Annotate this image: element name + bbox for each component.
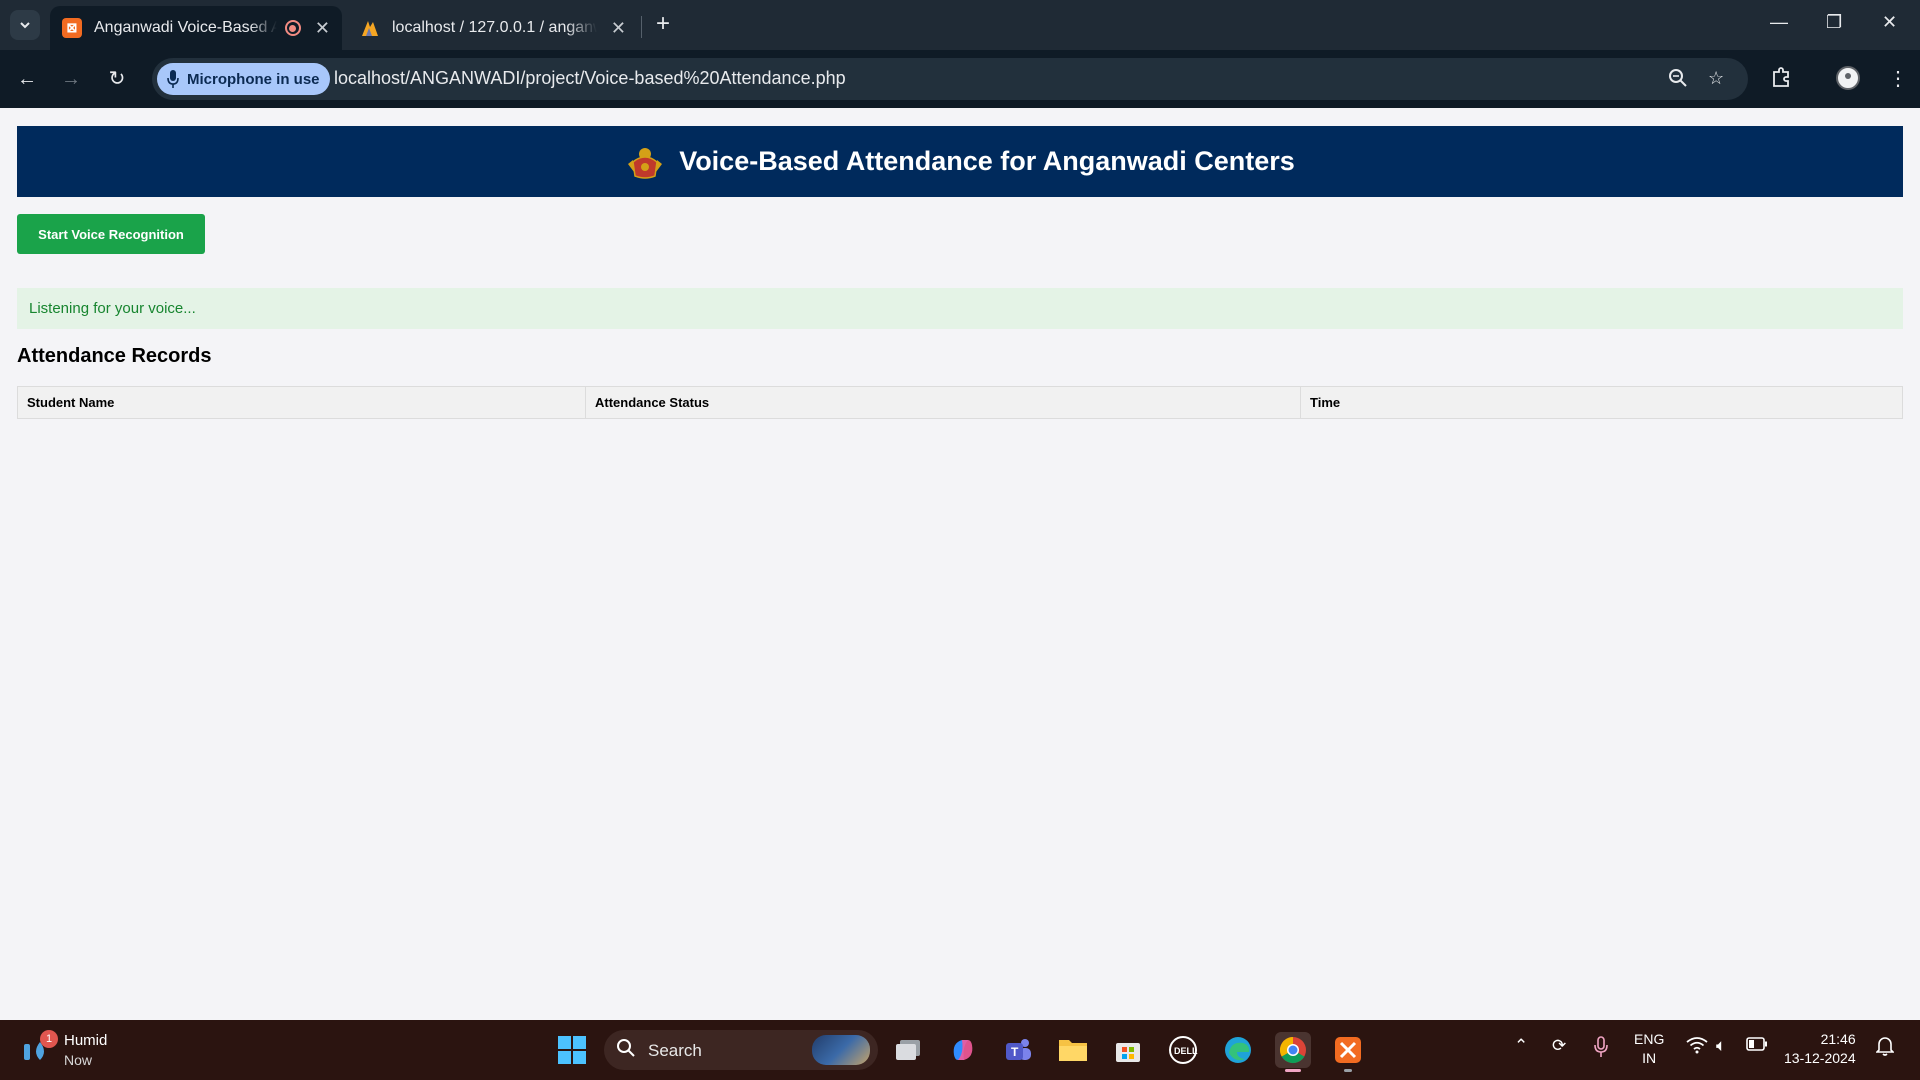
language-indicator[interactable]: ENG IN: [1634, 1030, 1664, 1068]
search-highlight-image: [812, 1035, 870, 1065]
search-placeholder: Search: [648, 1041, 702, 1060]
wifi-icon[interactable]: [1686, 1036, 1708, 1059]
store-icon: [1116, 1043, 1140, 1062]
column-header-time: Time: [1300, 386, 1903, 419]
copilot-icon: [953, 1040, 973, 1060]
recording-indicator-icon: [284, 20, 301, 36]
task-view-button[interactable]: [890, 1032, 926, 1068]
edge-button[interactable]: [1220, 1032, 1256, 1068]
browser-tabstrip: ⊠ Anganwadi Voice-Based Attendance ✕ loc…: [0, 0, 1920, 50]
file-explorer-button[interactable]: [1055, 1032, 1091, 1068]
microphone-tray-icon[interactable]: [1594, 1036, 1608, 1063]
tab-title: Anganwadi Voice-Based Attendance: [94, 19, 277, 36]
weather-subtitle: Now: [64, 1052, 93, 1068]
dell-icon: DELL: [1169, 1036, 1198, 1064]
web-page: Voice-Based Attendance for Anganwadi Cen…: [0, 108, 1920, 1020]
system-clock[interactable]: 21:46 13-12-2024: [1784, 1030, 1856, 1068]
close-tab-icon[interactable]: ✕: [315, 18, 330, 39]
bookmark-star-icon[interactable]: ☆: [1708, 68, 1724, 89]
microphone-in-use-chip[interactable]: Microphone in use: [157, 63, 330, 95]
copilot-button[interactable]: [945, 1032, 981, 1068]
microsoft-store-button[interactable]: [1110, 1032, 1146, 1068]
column-header-student-name: Student Name: [17, 386, 586, 419]
state-emblem-icon: [628, 147, 663, 179]
start-voice-recognition-button[interactable]: Start Voice Recognition: [17, 214, 205, 254]
attendance-records-table: Student Name Attendance Status Time: [17, 386, 1903, 419]
windows-taskbar: 1 Humid Now Search T DELL ⌃ ⟳ ENG IN 🔈︎ …: [0, 1020, 1920, 1080]
minimize-icon[interactable]: —: [1770, 12, 1788, 33]
language-code: ENG: [1634, 1031, 1665, 1047]
zoom-icon[interactable]: [1668, 68, 1688, 93]
xampp-button[interactable]: [1330, 1032, 1366, 1072]
weather-title: Humid: [64, 1032, 108, 1049]
url-text[interactable]: localhost/ANGANWADI/project/Voice-based%…: [334, 68, 846, 89]
volume-icon[interactable]: 🔈︎: [1716, 1036, 1726, 1056]
tab-search-button[interactable]: [10, 10, 40, 40]
back-icon[interactable]: ←: [14, 66, 40, 92]
show-hidden-icons-chevron-icon[interactable]: ⌃: [1514, 1036, 1528, 1056]
xampp-favicon-icon: ⊠: [62, 18, 82, 38]
tab-title: localhost / 127.0.0.1 / anganwadi: [392, 19, 597, 36]
phpmyadmin-favicon-icon: [360, 18, 380, 38]
column-header-attendance-status: Attendance Status: [585, 386, 1301, 419]
teams-button[interactable]: T: [1000, 1032, 1036, 1068]
restore-icon[interactable]: ❐: [1826, 12, 1842, 33]
search-icon: [617, 1039, 635, 1057]
tab-phpmyadmin[interactable]: localhost / 127.0.0.1 / anganwadi ✕: [348, 6, 638, 50]
status-message: Listening for your voice...: [17, 288, 1903, 329]
profile-avatar[interactable]: [1836, 66, 1860, 90]
sync-icon[interactable]: ⟳: [1552, 1036, 1566, 1056]
file-explorer-icon: [1059, 1040, 1087, 1061]
region-code: IN: [1642, 1050, 1657, 1066]
taskbar-search-box[interactable]: Search: [604, 1030, 878, 1070]
start-button[interactable]: [554, 1032, 590, 1068]
chrome-icon: [1279, 1036, 1306, 1064]
chrome-button[interactable]: [1275, 1032, 1311, 1072]
menu-kebab-icon[interactable]: ⋮: [1888, 66, 1908, 91]
microphone-icon: [167, 70, 179, 88]
browser-toolbar: ← → ↻ Microphone in use localhost/ANGANW…: [0, 50, 1920, 108]
new-tab-button[interactable]: +: [650, 12, 676, 38]
task-view-icon: [896, 1040, 920, 1060]
dell-button[interactable]: DELL: [1165, 1032, 1201, 1068]
notification-badge: 1: [40, 1030, 58, 1048]
clock-time: 21:46: [1820, 1031, 1856, 1047]
page-title: Voice-Based Attendance for Anganwadi Cen…: [679, 146, 1295, 176]
forward-icon[interactable]: →: [58, 66, 84, 92]
address-bar[interactable]: Microphone in use localhost/ANGANWADI/pr…: [152, 58, 1748, 100]
weather-widget[interactable]: 1 Humid Now: [22, 1030, 162, 1070]
windows-start-icon: [558, 1036, 586, 1064]
microphone-chip-label: Microphone in use: [187, 70, 320, 88]
svg-text:DELL: DELL: [1174, 1046, 1198, 1056]
close-window-icon[interactable]: ✕: [1882, 12, 1897, 33]
xampp-icon: [1335, 1037, 1361, 1063]
close-tab-icon[interactable]: ✕: [611, 18, 626, 39]
page-header-banner: Voice-Based Attendance for Anganwadi Cen…: [17, 126, 1903, 197]
edge-icon: [1225, 1037, 1251, 1063]
tab-separator: [641, 16, 642, 38]
battery-icon[interactable]: [1746, 1036, 1768, 1056]
teams-icon: T: [1006, 1039, 1031, 1060]
reload-icon[interactable]: ↻: [104, 66, 130, 92]
notifications-bell-icon[interactable]: [1875, 1036, 1895, 1061]
attendance-records-heading: Attendance Records: [17, 345, 212, 367]
extensions-icon[interactable]: [1770, 66, 1792, 94]
table-header-row: Student Name Attendance Status Time: [17, 386, 1903, 419]
tab-anganwadi-attendance[interactable]: ⊠ Anganwadi Voice-Based Attendance ✕: [50, 6, 342, 50]
svg-text:T: T: [1011, 1045, 1019, 1059]
clock-date: 13-12-2024: [1784, 1050, 1856, 1066]
chevron-down-icon: [20, 22, 30, 29]
